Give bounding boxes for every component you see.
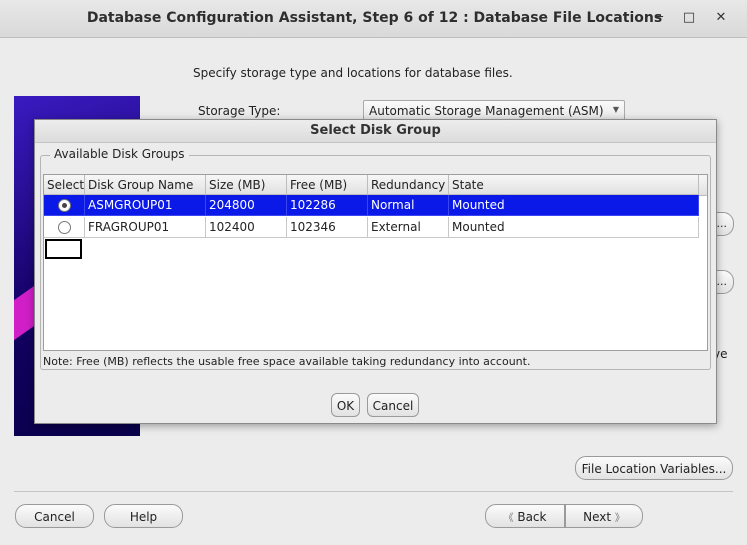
table-row[interactable]: FRAGROUP01 102400 102346 External Mounte… [44,217,699,238]
disk-group-name-cell: FRAGROUP01 [85,217,206,238]
radio-button[interactable] [58,221,71,234]
title-bar: Database Configuration Assistant, Step 6… [0,0,747,38]
back-icon: 《 [503,513,514,524]
close-icon[interactable]: ✕ [712,9,730,27]
available-disk-groups-label: Available Disk Groups [50,147,189,161]
help-button[interactable]: Help [104,504,183,528]
column-header-name[interactable]: Disk Group Name [85,175,206,195]
next-icon: 》 [614,513,625,524]
focused-empty-cell[interactable] [45,239,82,259]
chevron-down-icon: ▼ [612,105,619,114]
file-location-variables-button[interactable]: File Location Variables... [575,456,733,480]
free-cell: 102346 [287,217,368,238]
column-header-free[interactable]: Free (MB) [287,175,368,195]
column-header-select[interactable]: Select [44,175,85,195]
select-cell [44,195,85,216]
select-disk-group-dialog: Select Disk Group Available Disk Groups … [34,119,717,424]
window-title: Database Configuration Assistant, Step 6… [86,10,663,26]
select-cell [44,217,85,238]
size-cell: 204800 [206,195,287,216]
storage-type-label: Storage Type: [198,104,281,118]
ok-button[interactable]: OK [331,393,360,417]
browse-button-2-label: ... [716,275,728,288]
dialog-title: Select Disk Group [35,120,716,143]
back-button-label: Back [517,510,547,524]
column-header-state[interactable]: State [449,175,699,195]
table-row[interactable]: ASMGROUP01 204800 102286 Normal Mounted [44,195,699,216]
disk-group-name-cell: ASMGROUP01 [85,195,206,216]
scrollbar-corner [698,175,707,196]
redundancy-cell: Normal [368,195,449,216]
browse-button-label: ... [716,217,728,230]
state-cell: Mounted [449,217,699,238]
size-cell: 102400 [206,217,287,238]
next-button[interactable]: Next 》 [565,504,643,528]
column-header-redundancy[interactable]: Redundancy [368,175,449,195]
redundancy-cell: External [368,217,449,238]
radio-button[interactable] [58,199,71,212]
disk-group-table: Select Disk Group Name Size (MB) Free (M… [43,174,708,351]
state-cell: Mounted [449,195,699,216]
next-button-label: Next [583,510,612,524]
column-header-size[interactable]: Size (MB) [206,175,287,195]
maximize-icon[interactable]: □ [680,9,698,27]
minimize-icon[interactable]: ─ [650,9,668,27]
step-description: Specify storage type and locations for d… [193,66,513,80]
footer-separator [14,491,733,492]
cancel-button[interactable]: Cancel [15,504,94,528]
back-button[interactable]: 《 Back [485,504,565,528]
storage-type-value: Automatic Storage Management (ASM) [369,104,604,118]
free-space-note: Note: Free (MB) reflects the usable free… [43,355,531,368]
free-cell: 102286 [287,195,368,216]
dialog-cancel-button[interactable]: Cancel [367,393,419,417]
